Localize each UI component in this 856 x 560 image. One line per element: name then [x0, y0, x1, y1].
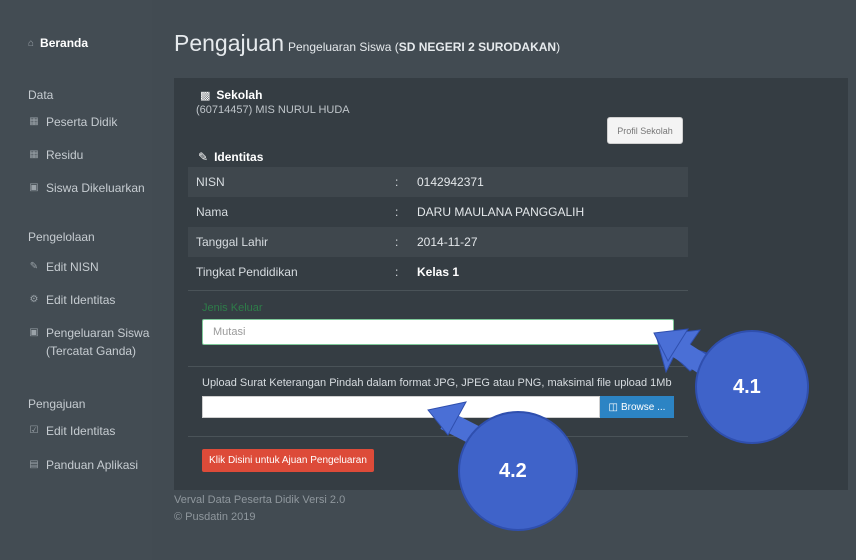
sidebar-section-pengelolaan: Pengelolaan	[28, 230, 95, 244]
sidebar-item-siswa-dikeluarkan[interactable]: ▣ Siswa Dikeluarkan	[28, 179, 145, 197]
sidebar	[0, 0, 152, 560]
sidebar-item-residu[interactable]: ▦ Residu	[28, 146, 83, 164]
row-label: Tingkat Pendidikan	[196, 265, 298, 279]
gear-icon: ⚙	[29, 294, 39, 305]
row-label: Tanggal Lahir	[196, 235, 269, 249]
upload-label: Upload Surat Keterangan Pindah dalam for…	[202, 377, 672, 389]
document-icon: ▤	[29, 459, 39, 470]
annotation-label-4-1: 4.1	[733, 376, 761, 398]
sidebar-item-label: Pengeluaran Siswa	[46, 326, 150, 340]
identitas-heading-label: Identitas	[214, 150, 264, 164]
identitas-row-tingkat-pendidikan: Tingkat Pendidikan : Kelas 1	[188, 257, 688, 287]
identitas-row-tanggal-lahir: Tanggal Lahir : 2014-11-27	[188, 227, 688, 257]
table-icon: ▦	[29, 149, 39, 160]
book-icon: ▩	[200, 89, 211, 102]
row-value: 0142942371	[417, 175, 484, 189]
upload-file-field[interactable]	[202, 396, 600, 418]
sidebar-item-edit-identitas[interactable]: ⚙ Edit Identitas	[28, 291, 116, 309]
sidebar-item-label: Siswa Dikeluarkan	[46, 181, 145, 195]
trash-icon: ▣	[29, 327, 39, 338]
submit-pengeluaran-button[interactable]: Klik Disini untuk Ajuan Pengeluaran	[202, 449, 374, 472]
page-subtitle: Pengeluaran Siswa (SD NEGERI 2 SURODAKAN…	[288, 40, 560, 54]
sidebar-item-label: Residu	[46, 148, 84, 162]
sidebar-section-data: Data	[28, 88, 54, 102]
sidebar-item-pengeluaran-siswa[interactable]: ▣ Pengeluaran Siswa (Tercatat Ganda)	[28, 324, 149, 360]
sidebar-item-panduan-aplikasi[interactable]: ▤ Panduan Aplikasi	[28, 456, 138, 474]
footer-version: Verval Data Peserta Didik Versi 2.0	[174, 494, 346, 506]
sidebar-item-label: Peserta Didik	[46, 115, 118, 129]
page-subtitle-prefix: Pengeluaran Siswa (	[288, 40, 399, 54]
browse-button[interactable]: ◫ Browse ...	[600, 396, 674, 418]
home-icon: ⌂	[28, 37, 35, 49]
sidebar-item-edit-nisn[interactable]: ✎ Edit NISN	[28, 258, 99, 276]
page-title-main: Pengajuan	[174, 30, 284, 56]
divider	[188, 290, 688, 291]
sidebar-item-label: Edit Identitas	[46, 424, 116, 438]
divider	[188, 366, 688, 367]
footer-copyright: © Pusdatin 2019	[174, 511, 256, 523]
row-label: Nama	[196, 205, 229, 219]
row-colon: :	[395, 205, 399, 219]
sekolah-heading-label: Sekolah	[216, 88, 263, 102]
row-colon: :	[395, 265, 399, 279]
folder-icon: ◫	[608, 401, 618, 413]
divider	[188, 436, 688, 437]
row-value: DARU MAULANA PANGGALIH	[417, 205, 585, 219]
browse-button-label: Browse ...	[620, 401, 666, 413]
table-icon: ▦	[29, 116, 39, 127]
sidebar-item-beranda[interactable]: ⌂ Beranda	[28, 36, 88, 50]
jenis-keluar-label: Jenis Keluar	[202, 302, 263, 314]
row-value: Kelas 1	[417, 265, 460, 279]
page-title: Pengajuan Pengeluaran Siswa (SD NEGERI 2 …	[174, 30, 560, 57]
sidebar-item-label: Edit Identitas	[46, 293, 116, 307]
row-colon: :	[395, 235, 399, 249]
identitas-row-nisn: NISN : 0142942371	[188, 167, 688, 197]
school-name: SD NEGERI 2 SURODAKAN	[398, 40, 557, 54]
identitas-row-nama: Nama : DARU MAULANA PANGGALIH	[188, 197, 688, 227]
page-subtitle-suffix: )	[556, 40, 561, 54]
row-value: 2014-11-27	[417, 235, 478, 249]
sidebar-item-label: Beranda	[40, 36, 89, 50]
jenis-keluar-select[interactable]: Mutasi	[202, 319, 674, 345]
sidebar-item-label: Edit NISN	[46, 260, 99, 274]
sekolah-value: (60714457) MIS NURUL HUDA	[196, 104, 350, 116]
pencil-icon: ✎	[198, 150, 209, 164]
edit-icon: ✎	[29, 261, 39, 272]
sidebar-item-label: Panduan Aplikasi	[46, 458, 139, 472]
sidebar-item-peserta-didik[interactable]: ▦ Peserta Didik	[28, 113, 117, 131]
sidebar-item-pengajuan-edit-identitas[interactable]: ☑ Edit Identitas	[28, 422, 116, 440]
sidebar-section-pengajuan: Pengajuan	[28, 397, 86, 411]
sidebar-item-sublabel: (Tercatat Ganda)	[46, 344, 137, 358]
trash-icon: ▣	[29, 182, 39, 193]
profil-sekolah-button[interactable]: Profil Sekolah	[607, 117, 683, 144]
sekolah-heading: ▩ Sekolah	[200, 88, 262, 102]
row-label: NISN	[196, 175, 225, 189]
annotation-label-4-2: 4.2	[499, 460, 527, 482]
row-colon: :	[395, 175, 399, 189]
checkbox-icon: ☑	[29, 425, 39, 436]
identitas-heading: ✎ Identitas	[198, 150, 263, 164]
